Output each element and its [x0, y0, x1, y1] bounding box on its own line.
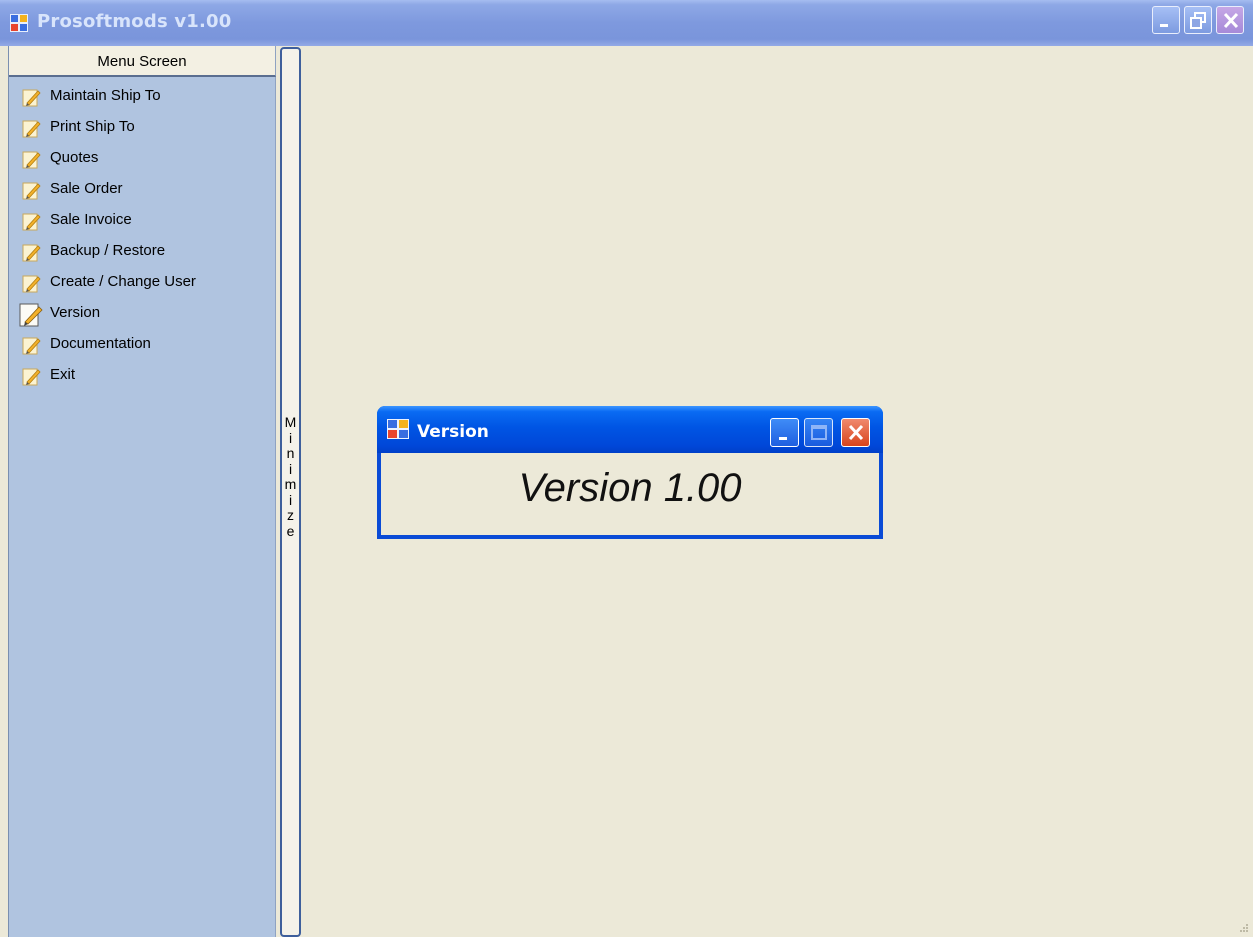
close-icon: [1223, 12, 1239, 29]
minimize-panel-button[interactable]: M i n i m i z e: [280, 47, 301, 937]
main-titlebar[interactable]: Prosoftmods v1.00: [0, 0, 1253, 46]
menu-item-quotes[interactable]: Quotes: [9, 144, 276, 175]
restore-icon: [1190, 12, 1206, 29]
edit-pencil-icon: [22, 337, 41, 355]
edit-pencil-icon: [22, 182, 41, 200]
menu-item-label: Version: [50, 304, 101, 321]
maximize-icon: [811, 425, 827, 440]
version-text: Version 1.00: [518, 466, 742, 510]
menu-header: Menu Screen: [9, 46, 276, 77]
menu-item-sale-order[interactable]: Sale Order: [9, 175, 276, 206]
menu-list: Maintain Ship To Print Ship To Quotes Sa…: [9, 82, 276, 392]
minimize-icon: [1160, 24, 1168, 27]
menu-item-label: Backup / Restore: [50, 242, 166, 259]
close-button[interactable]: [1216, 6, 1244, 34]
menu-item-label: Create / Change User: [50, 273, 196, 290]
menu-item-backup-restore[interactable]: Backup / Restore: [9, 237, 276, 268]
window-title: Prosoftmods v1.00: [37, 11, 232, 32]
menu-item-maintain-ship-to[interactable]: Maintain Ship To: [9, 82, 276, 113]
menu-item-label: Exit: [50, 366, 76, 383]
dialog-close-button[interactable]: [841, 418, 870, 447]
dialog-maximize-button[interactable]: [804, 418, 833, 447]
dialog-titlebar[interactable]: Version: [377, 406, 883, 453]
dialog-title: Version: [417, 422, 489, 442]
edit-pencil-icon: [22, 151, 41, 169]
main-window: Prosoftmods v1.00 Menu Screen Maintain S…: [0, 0, 1253, 937]
app-window-icon: [387, 419, 409, 439]
edit-pencil-icon: [22, 368, 41, 386]
menu-item-label: Sale Invoice: [50, 211, 132, 228]
menu-item-label: Maintain Ship To: [50, 87, 161, 104]
menu-item-create-change-user[interactable]: Create / Change User: [9, 268, 276, 299]
menu-panel: Menu Screen Maintain Ship To Print Ship …: [8, 46, 276, 937]
edit-pencil-icon: [22, 120, 41, 138]
resize-grip-icon[interactable]: [1239, 923, 1249, 933]
edit-pencil-icon: [19, 303, 43, 327]
version-dialog: Version Version 1.00: [377, 406, 883, 539]
menu-item-label: Documentation: [50, 335, 151, 352]
edit-pencil-icon: [22, 244, 41, 262]
minimize-label: M i n i m i z e: [284, 414, 297, 539]
dialog-body: Version 1.00: [381, 453, 879, 535]
minimize-icon: [779, 437, 787, 440]
menu-item-documentation[interactable]: Documentation: [9, 330, 276, 361]
menu-item-sale-invoice[interactable]: Sale Invoice: [9, 206, 276, 237]
menu-item-version[interactable]: Version: [9, 299, 276, 330]
edit-pencil-icon: [22, 89, 41, 107]
menu-item-exit[interactable]: Exit: [9, 361, 276, 392]
app-window-icon: [10, 14, 28, 32]
menu-item-label: Sale Order: [50, 180, 123, 197]
menu-item-print-ship-to[interactable]: Print Ship To: [9, 113, 276, 144]
menu-item-label: Quotes: [50, 149, 99, 166]
restore-button[interactable]: [1184, 6, 1212, 34]
menu-item-label: Print Ship To: [50, 118, 135, 135]
edit-pencil-icon: [22, 275, 41, 293]
edit-pencil-icon: [22, 213, 41, 231]
minimize-button[interactable]: [1152, 6, 1180, 34]
dialog-minimize-button[interactable]: [770, 418, 799, 447]
close-icon: [848, 424, 864, 441]
